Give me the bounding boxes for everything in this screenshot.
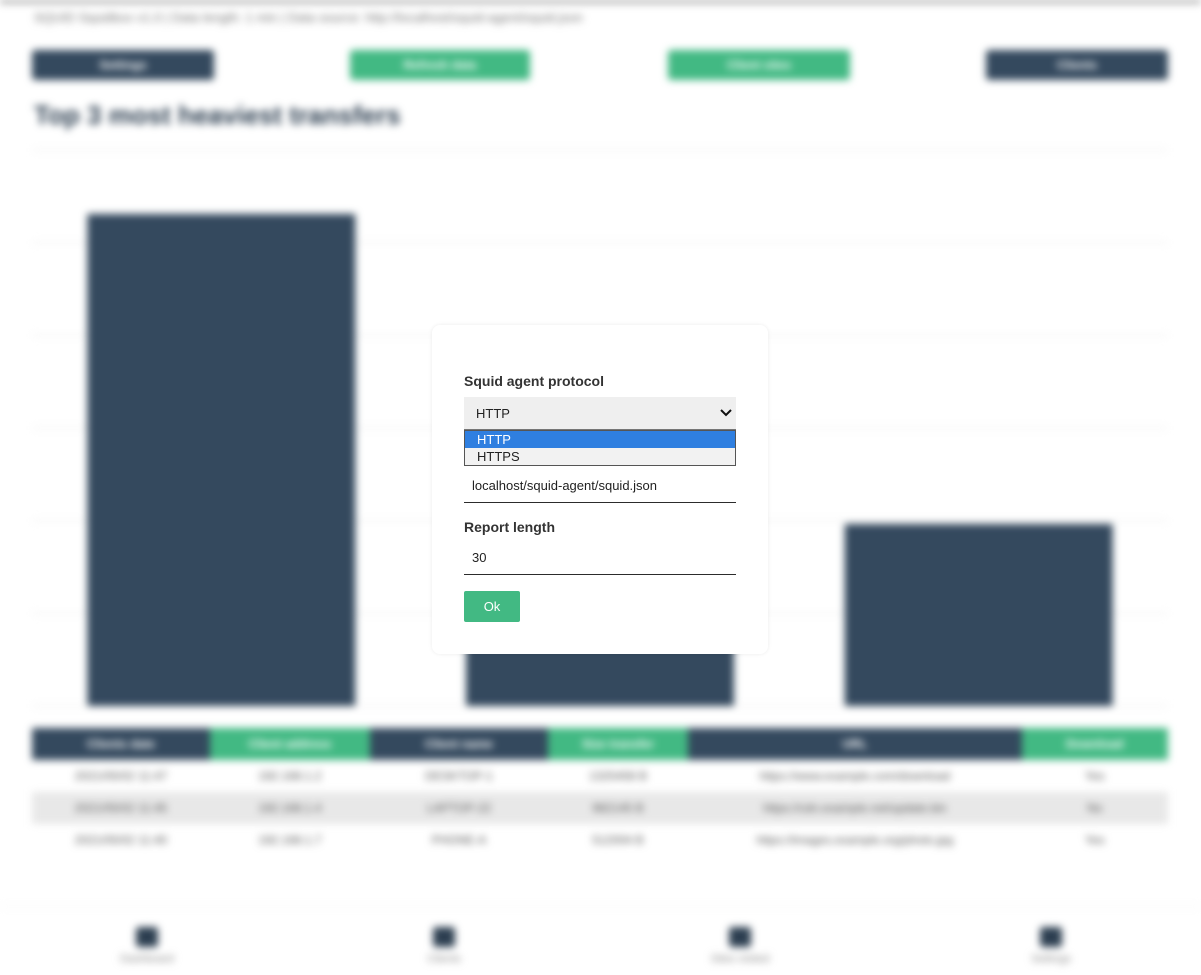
table-cell: 1325458 B bbox=[588, 769, 648, 783]
column-header: Client name bbox=[370, 728, 548, 760]
table-row: 2021/05/02 11:40 192.168.1.7 PHONE-A 512… bbox=[32, 824, 1168, 856]
table-cell: 2021/05/02 11:47 bbox=[74, 769, 168, 783]
chart-bar bbox=[844, 523, 1113, 706]
table-header-row: Clients date Client address Client name … bbox=[32, 728, 1168, 760]
table-cell: https://images.example.org/photo.jpg bbox=[756, 833, 954, 847]
footer-item-label: Sites visited bbox=[710, 953, 770, 965]
ok-button[interactable]: Ok bbox=[464, 591, 520, 622]
column-header: URL bbox=[688, 728, 1022, 760]
table-cell: 192.168.1.7 bbox=[258, 833, 322, 847]
table-cell: Yes bbox=[1085, 769, 1105, 783]
report-length-label: Report length bbox=[464, 519, 555, 535]
table-cell: Yes bbox=[1085, 833, 1105, 847]
column-header: Clients date bbox=[32, 728, 210, 760]
footer-item-settings[interactable]: Settings bbox=[1011, 927, 1091, 965]
footer-item-label: Dashboard bbox=[120, 953, 174, 965]
protocol-dropdown-list: HTTP HTTPS bbox=[464, 430, 736, 466]
footer-item-dashboard[interactable]: Dashboard bbox=[107, 927, 187, 965]
table-cell: 192.168.1.4 bbox=[209, 792, 371, 824]
footer-nav: Dashboard Clients Sites visited Settings bbox=[0, 906, 1201, 975]
column-header: Client address bbox=[209, 728, 371, 760]
table-cell: 982145 B bbox=[547, 792, 689, 824]
globe-icon bbox=[729, 927, 751, 947]
footer-item-clients[interactable]: Clients bbox=[404, 927, 484, 965]
footer-item-label: Clients bbox=[427, 953, 461, 965]
table-row: 2021/05/02 11:45 192.168.1.4 LAPTOP-22 9… bbox=[32, 792, 1168, 824]
settings-modal: Squid agent protocol HTTP localhost/squi… bbox=[432, 325, 768, 654]
table-cell: LAPTOP-22 bbox=[370, 792, 548, 824]
table-cell: 2021/05/02 11:40 bbox=[74, 833, 168, 847]
chart-bar bbox=[87, 213, 356, 706]
users-icon bbox=[433, 927, 455, 947]
table-cell: 192.168.1.2 bbox=[258, 769, 322, 783]
protocol-select[interactable]: HTTP bbox=[464, 397, 736, 430]
table-cell: PHONE-A bbox=[431, 833, 487, 847]
table-cell: DESKTOP-1 bbox=[425, 769, 493, 783]
table-cell: No bbox=[1021, 792, 1168, 824]
transfers-table: Clients date Client address Client name … bbox=[32, 728, 1168, 856]
table-cell: 512004 B bbox=[592, 833, 644, 847]
gear-icon bbox=[1040, 927, 1062, 947]
chevron-down-icon bbox=[720, 409, 732, 417]
address-input[interactable]: localhost/squid-agent/squid.json bbox=[464, 469, 736, 503]
table-cell: 2021/05/02 11:45 bbox=[32, 792, 210, 824]
table-cell: https://www.example.com/download bbox=[759, 769, 951, 783]
home-icon bbox=[136, 927, 158, 947]
protocol-option-http[interactable]: HTTP bbox=[465, 431, 735, 448]
protocol-label: Squid agent protocol bbox=[464, 373, 604, 389]
table-cell: https://cdn.example.net/update.bin bbox=[688, 792, 1022, 824]
report-length-input[interactable]: 30 bbox=[464, 541, 736, 575]
protocol-select-value: HTTP bbox=[476, 406, 510, 421]
protocol-option-https[interactable]: HTTPS bbox=[465, 448, 735, 465]
footer-item-sites[interactable]: Sites visited bbox=[700, 927, 780, 965]
column-header: Size transfer bbox=[547, 728, 689, 760]
footer-item-label: Settings bbox=[1031, 953, 1071, 965]
table-row: 2021/05/02 11:47 192.168.1.2 DESKTOP-1 1… bbox=[32, 760, 1168, 792]
column-header: Download bbox=[1021, 728, 1168, 760]
